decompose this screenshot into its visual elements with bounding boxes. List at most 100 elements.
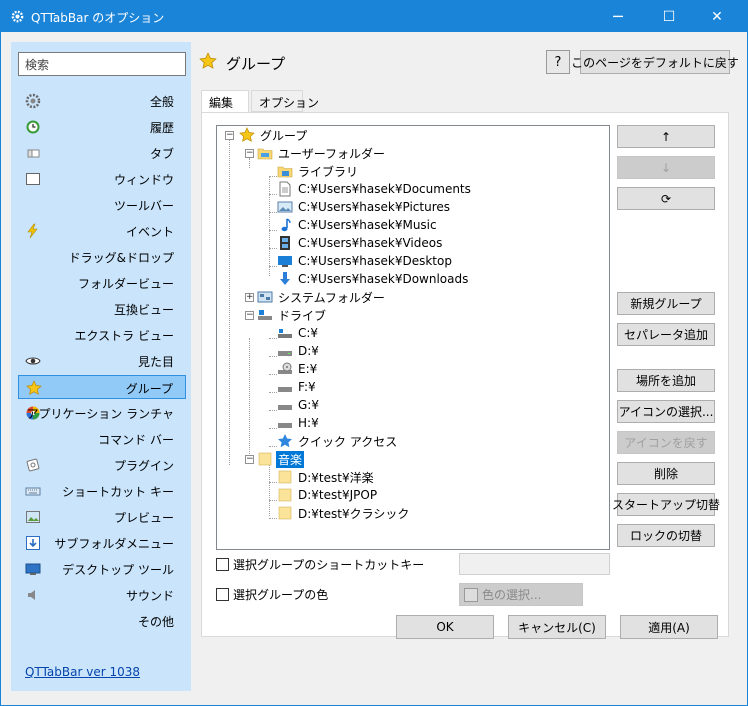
tree-node-group-root[interactable]: グループ [239,126,309,144]
move-down-button[interactable]: ↓ [617,156,715,179]
user-folder-collapse-toggle[interactable]: − [245,149,254,158]
shortcut-key-option[interactable]: 選択グループのショートカットキー [216,554,424,574]
sidebar-item-shortcut-keys[interactable]: ショートカット キー [18,479,186,503]
tab-edit[interactable]: 編集 [201,90,249,113]
tree-node-drive-e[interactable]: E:¥ [277,360,319,378]
sidebar-item-general[interactable]: 全般 [18,89,186,113]
sidebar-item-event[interactable]: イベント [18,219,186,243]
tree-node-drive-h[interactable]: H:¥ [277,414,321,432]
sidebar-item-history[interactable]: 履歴 [18,115,186,139]
document-icon [277,181,293,197]
tab-options[interactable]: オプション [251,90,319,112]
tree-node-quick-access[interactable]: クイック アクセス [277,432,399,450]
tree-node-downloads[interactable]: C:¥Users¥hasek¥Downloads [277,270,470,288]
startup-toggle-button[interactable]: スタートアップ切替 [612,493,720,516]
music-group-collapse-toggle[interactable]: − [245,455,254,464]
root-collapse-toggle[interactable]: − [225,131,234,140]
download-arrow-icon [277,271,293,287]
folder-icon [277,487,293,503]
sidebar-item-folder-view[interactable]: フォルダービュー [18,271,186,295]
new-group-button[interactable]: 新規グループ [617,292,715,315]
plugin-icon [24,456,42,474]
restore-defaults-button[interactable]: このページをデフォルトに戻す [571,50,739,74]
group-color-option[interactable]: 選択グループの色 [216,584,328,604]
group-color-checkbox[interactable] [216,587,229,601]
refresh-icon: ⟳ [660,191,672,206]
library-icon [277,163,293,179]
subfolder-menu-icon [24,534,42,552]
minimize-button[interactable]: ─ [595,1,641,32]
move-up-button[interactable]: ↑ [617,125,715,148]
keyboard-icon [24,482,42,500]
select-icon-button[interactable]: アイコンの選択... [617,400,715,423]
tree-node-drive-c[interactable]: C:¥ [277,324,320,342]
window-icon [24,170,42,188]
sidebar-item-other[interactable]: その他 [18,609,186,633]
tree-node-music-path-1[interactable]: D:¥test¥洋楽 [277,468,376,486]
music-note-icon [277,217,293,233]
group-color-label: 選択グループの色 [233,587,329,602]
tree-node-desktop[interactable]: C:¥Users¥hasek¥Desktop [277,252,454,270]
sidebar-item-desktop-tool[interactable]: デスクトップ ツール [18,557,186,581]
system-folder-expand-toggle[interactable]: + [245,293,254,302]
refresh-button[interactable]: ⟳ [617,187,715,210]
help-button[interactable]: ? [546,50,570,74]
tree-node-music-path-2[interactable]: D:¥test¥JPOP [277,486,379,504]
sidebar-item-command-bar[interactable]: コマンド バー [18,427,186,451]
tree-node-system-folder[interactable]: システムフォルダー [257,288,387,306]
apply-button[interactable]: 適用(A) [620,615,718,639]
select-color-button[interactable]: 色の選択... [459,583,583,606]
content-panel: グループ ? このページをデフォルトに戻す 編集 オプション − グループ − … [191,42,739,652]
tree-node-drive-f[interactable]: F:¥ [277,378,318,396]
lock-toggle-button[interactable]: ロックの切替 [617,524,715,547]
group-tree[interactable]: − グループ − ユーザーフォルダー ライブラリ C:¥Users¥hasek¥… [216,125,610,550]
sidebar-item-tab[interactable]: タブ [18,141,186,165]
close-button[interactable]: ✕ [694,1,740,32]
sidebar-item-sound[interactable]: サウンド [18,583,186,607]
cancel-button[interactable]: キャンセル(C) [508,615,606,639]
tree-node-drive-d[interactable]: D:¥ [277,342,321,360]
tree-node-library[interactable]: ライブラリ [277,162,360,180]
sidebar-item-drag-drop[interactable]: ドラッグ&ドロップ [18,245,186,269]
tree-node-drives[interactable]: ドライブ [257,306,328,324]
add-location-button[interactable]: 場所を追加 [617,369,715,392]
drives-collapse-toggle[interactable]: − [245,311,254,320]
window-title: QTTabBar のオプション [31,11,165,25]
version-link[interactable]: QTTabBar ver 1038 [25,665,140,679]
shortcut-key-input[interactable] [459,553,610,575]
tree-node-videos[interactable]: C:¥Users¥hasek¥Videos [277,234,444,252]
sidebar-item-toolbar[interactable]: ツールバー [18,193,186,217]
sidebar-item-group[interactable]: グループ [18,375,186,399]
desktop-icon [277,253,293,269]
sidebar-item-extra-view[interactable]: エクストラ ビュー [18,323,186,347]
folder-icon [277,469,293,485]
sidebar-item-window[interactable]: ウィンドウ [18,167,186,191]
delete-button[interactable]: 削除 [617,462,715,485]
sidebar-item-subfolder-menu[interactable]: サブフォルダメニュー [18,531,186,555]
sidebar-item-preview[interactable]: プレビュー [18,505,186,529]
search-input[interactable]: 検索 [18,52,186,76]
tree-node-pictures[interactable]: C:¥Users¥hasek¥Pictures [277,198,452,216]
title-bar: QTTabBar のオプション ─ ☐ ✕ [1,1,747,32]
maximize-button[interactable]: ☐ [646,1,692,32]
drive-icon [277,343,293,359]
page-title: グループ [226,55,286,73]
tree-node-user-folder[interactable]: ユーザーフォルダー [257,144,387,162]
sidebar: 検索 全般 履歴 タブ ウィンドウ ツールバー イベント ドラッグ&ドロップ フ… [11,42,191,691]
tree-node-documents[interactable]: C:¥Users¥hasek¥Documents [277,180,473,198]
reset-icon-button[interactable]: アイコンを戻す [617,431,715,454]
sidebar-item-compat-view[interactable]: 互換ビュー [18,297,186,321]
tree-node-music-path-3[interactable]: D:¥test¥クラシック [277,504,411,522]
tree-node-music-group[interactable]: 音楽 [257,450,305,468]
desktop-icon [24,560,42,578]
add-separator-button[interactable]: セパレータ追加 [617,323,715,346]
tree-node-drive-g[interactable]: G:¥ [277,396,321,414]
sidebar-item-app-launcher[interactable]: アプリケーション ランチャ [18,401,186,425]
sidebar-item-plugin[interactable]: プラグイン [18,453,186,477]
ok-button[interactable]: OK [396,615,494,639]
shortcut-key-checkbox[interactable] [216,557,229,571]
star-icon [25,379,43,397]
sidebar-item-appearance[interactable]: 見た目 [18,349,186,373]
tree-node-music[interactable]: C:¥Users¥hasek¥Music [277,216,439,234]
tab-icon [24,144,42,162]
